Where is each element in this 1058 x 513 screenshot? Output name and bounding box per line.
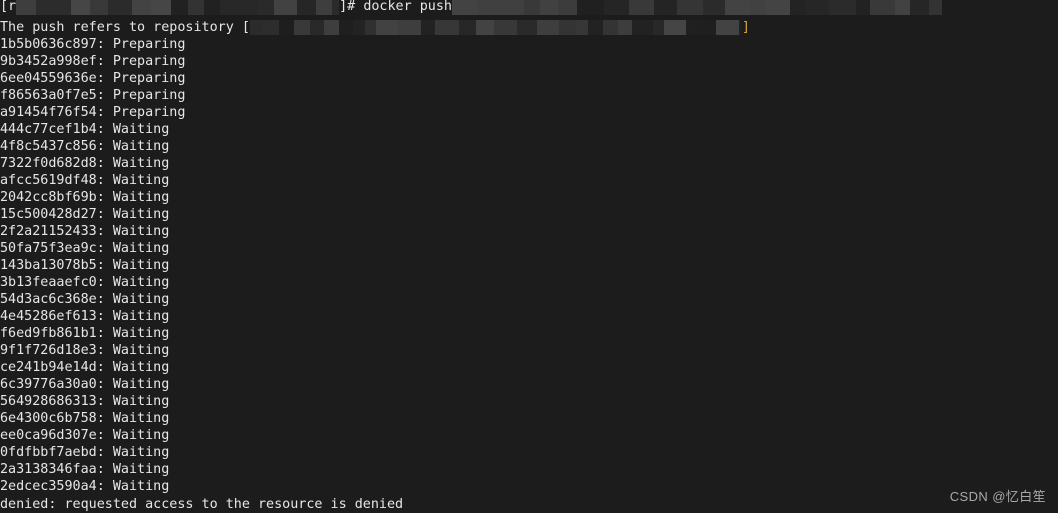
layer-status-row: 4f8c5437c856: Waiting <box>0 138 169 155</box>
prompt-prefix: [r <box>0 0 17 14</box>
layer-status-row: 50fa75f3ea9c: Waiting <box>0 240 169 257</box>
layer-status-row: 0fdfbbf7aebd: Waiting <box>0 444 169 461</box>
layer-id: 0fdfbbf7aebd: <box>0 445 113 460</box>
layer-status: Waiting <box>112 377 170 392</box>
layer-status: Waiting <box>112 428 170 443</box>
layer-status: Waiting <box>112 190 170 205</box>
layer-status: Waiting <box>112 122 170 137</box>
layer-status: Waiting <box>112 462 170 477</box>
layer-id: 2a3138346faa: <box>0 462 113 477</box>
layer-id: 564928686313: <box>0 394 113 409</box>
layer-status-row: 54d3ac6c368e: Waiting <box>0 291 169 308</box>
layer-status: Waiting <box>112 360 170 375</box>
layer-id: 15c500428d27: <box>0 207 113 222</box>
denied-error-text: denied: requested access to the resource… <box>0 497 404 512</box>
layer-status-row: f86563a0f7e5: Preparing <box>0 87 185 104</box>
layer-id: afcc5619df48: <box>0 173 113 188</box>
terminal-window[interactable]: [r ]# docker push The push refers to rep… <box>0 0 1058 513</box>
layer-status-row: 2a3138346faa: Waiting <box>0 461 169 478</box>
layer-id: 2edcec3590a4: <box>0 479 113 494</box>
layer-id: 1b5b0636c897: <box>0 37 113 52</box>
layer-id: 4f8c5437c856: <box>0 139 113 154</box>
layer-status-row: f6ed9fb861b1: Waiting <box>0 325 169 342</box>
layer-id: a91454f76f54: <box>0 105 113 120</box>
layer-id: f86563a0f7e5: <box>0 88 113 103</box>
layer-status: Waiting <box>112 343 170 358</box>
layer-status: Waiting <box>112 156 170 171</box>
layer-id: 50fa75f3ea9c: <box>0 241 113 256</box>
layer-status: Preparing <box>112 88 186 103</box>
layer-status: Preparing <box>112 105 186 120</box>
layer-id: 6e4300c6b758: <box>0 411 113 426</box>
layer-id: f6ed9fb861b1: <box>0 326 113 341</box>
layer-id: 2f2a21152433: <box>0 224 113 239</box>
layer-id: 9f1f726d18e3: <box>0 343 113 358</box>
layer-status-row: 1b5b0636c897: Preparing <box>0 36 185 53</box>
layer-status-row: ce241b94e14d: Waiting <box>0 359 169 376</box>
layer-status-row: 444c77cef1b4: Waiting <box>0 121 169 138</box>
redacted-repository-path <box>249 20 742 35</box>
layer-status-row: 6e4300c6b758: Waiting <box>0 410 169 427</box>
layer-status: Preparing <box>112 37 186 52</box>
repo-bracket-close: ] <box>741 20 750 35</box>
terminal-prompt-line: [r ]# docker push <box>0 0 942 15</box>
layer-status: Waiting <box>112 309 170 324</box>
layer-status-row: 2f2a21152433: Waiting <box>0 223 169 240</box>
layer-id: 6ee04559636e: <box>0 71 113 86</box>
layer-status-row: 9b3452a998ef: Preparing <box>0 53 185 70</box>
layer-status: Waiting <box>112 292 170 307</box>
layer-status: Waiting <box>112 173 170 188</box>
layer-status-row: 7322f0d682d8: Waiting <box>0 155 169 172</box>
layer-status-row: 6c39776a30a0: Waiting <box>0 376 169 393</box>
layer-status-row: afcc5619df48: Waiting <box>0 172 169 189</box>
layer-id: 7322f0d682d8: <box>0 156 113 171</box>
layer-status: Preparing <box>112 54 186 69</box>
layer-status: Waiting <box>112 275 170 290</box>
layer-status: Waiting <box>112 445 170 460</box>
push-refers-label: The push refers to repository <box>0 20 242 35</box>
layer-status: Waiting <box>112 411 170 426</box>
layer-status-row: 6ee04559636e: Preparing <box>0 70 185 87</box>
layer-id: 444c77cef1b4: <box>0 122 113 137</box>
layer-id: 4e45286ef613: <box>0 309 113 324</box>
csdn-watermark: CSDN @忆白笙 <box>949 489 1046 504</box>
layer-status: Waiting <box>112 224 170 239</box>
layer-id: 2042cc8bf69b: <box>0 190 113 205</box>
layer-status: Preparing <box>112 71 186 86</box>
layer-status: Waiting <box>112 479 170 494</box>
redacted-image-reference <box>452 0 942 15</box>
layer-id: ce241b94e14d: <box>0 360 113 375</box>
push-refers-line: The push refers to repository [ ] <box>0 19 750 36</box>
layer-id: ee0ca96d307e: <box>0 428 113 443</box>
layer-status-row: 564928686313: Waiting <box>0 393 169 410</box>
layer-status-row: 2edcec3590a4: Waiting <box>0 478 169 495</box>
prompt-suffix: ]# <box>339 0 364 14</box>
layer-status-row: 3b13feaaefc0: Waiting <box>0 274 169 291</box>
layer-status: Waiting <box>112 207 170 222</box>
redacted-host-path <box>16 0 340 15</box>
repo-bracket-open: [ <box>241 20 250 35</box>
layer-id: 3b13feaaefc0: <box>0 275 113 290</box>
denied-error-line: denied: requested access to the resource… <box>0 496 403 513</box>
layer-status: Waiting <box>112 241 170 256</box>
layer-id: 143ba13078b5: <box>0 258 113 273</box>
layer-id: 6c39776a30a0: <box>0 377 113 392</box>
layer-status-row: 9f1f726d18e3: Waiting <box>0 342 169 359</box>
layer-status-row: 2042cc8bf69b: Waiting <box>0 189 169 206</box>
layer-status: Waiting <box>112 326 170 341</box>
layer-status-row: 143ba13078b5: Waiting <box>0 257 169 274</box>
layer-status-row: a91454f76f54: Preparing <box>0 104 185 121</box>
layer-status: Waiting <box>112 139 170 154</box>
layer-status-row: 4e45286ef613: Waiting <box>0 308 169 325</box>
layer-id: 54d3ac6c368e: <box>0 292 113 307</box>
docker-push-command: docker push <box>363 0 452 14</box>
layer-status: Waiting <box>112 394 170 409</box>
layer-status: Waiting <box>112 258 170 273</box>
layer-status-row: 15c500428d27: Waiting <box>0 206 169 223</box>
layer-status-row: ee0ca96d307e: Waiting <box>0 427 169 444</box>
layer-id: 9b3452a998ef: <box>0 54 113 69</box>
